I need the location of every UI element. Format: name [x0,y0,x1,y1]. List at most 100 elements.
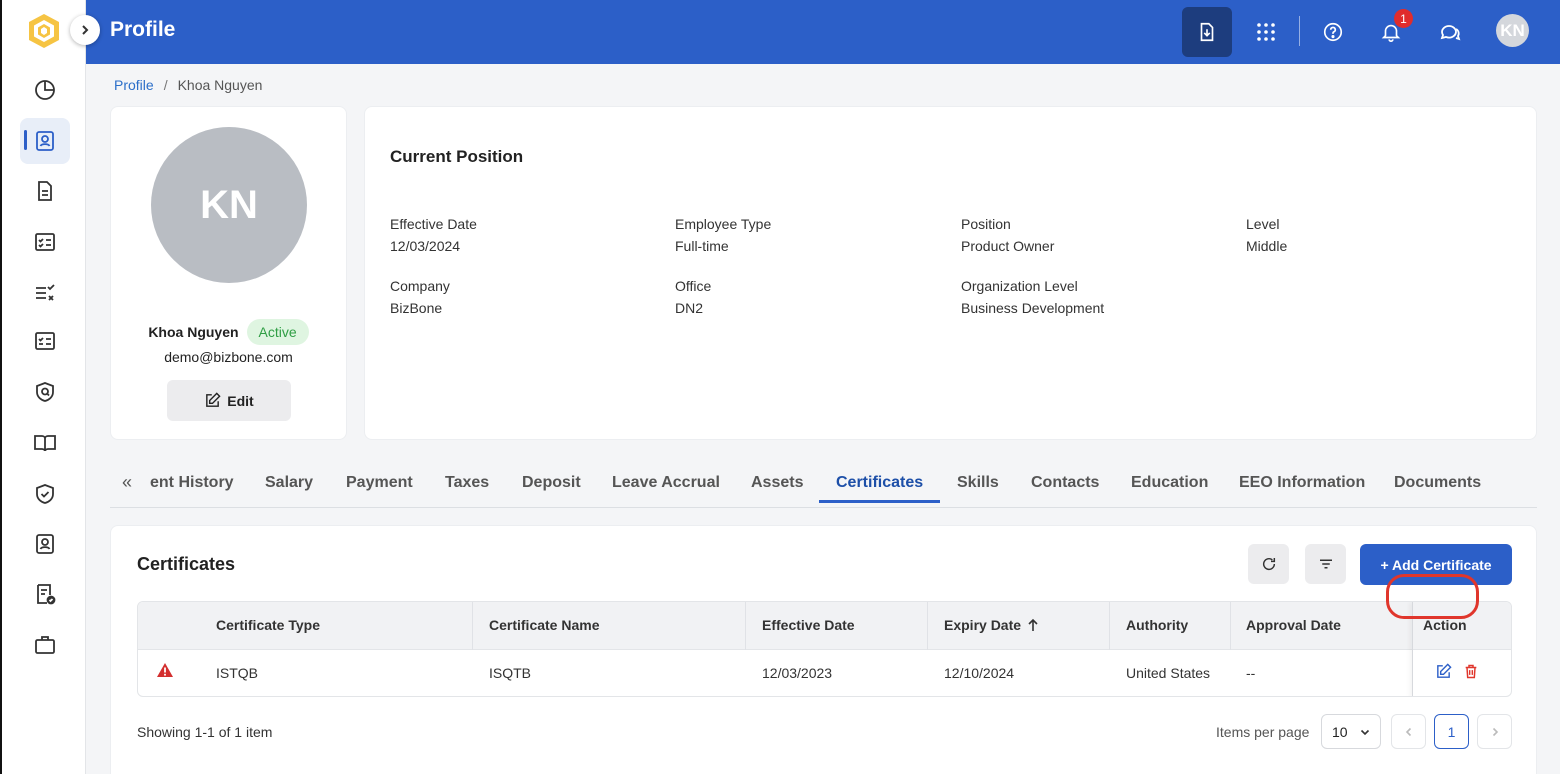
field-level: Level Middle [1246,216,1287,254]
column-divider [1109,602,1110,650]
help-button[interactable] [1308,7,1358,57]
sidebar [0,0,86,774]
sidebar-item-handbook[interactable] [20,420,70,466]
filter-button[interactable] [1305,544,1346,584]
chevron-right-icon [1492,727,1498,736]
tabs-scroll-left-button[interactable]: « [122,472,132,493]
sidebar-item-security[interactable] [20,369,70,415]
sidebar-item-employee[interactable] [20,521,70,567]
tab-deposit[interactable]: Deposit [522,474,581,492]
tab-payment[interactable]: Payment [346,474,413,492]
tab-contacts[interactable]: Contacts [1031,474,1099,492]
profile-card-icon [36,131,54,151]
column-header-expiry-date[interactable]: Expiry Date [944,617,1039,633]
field-label: Company [390,278,450,294]
items-per-page-label: Items per page [1216,724,1310,740]
download-button[interactable] [1182,7,1232,57]
cell-expiry-date: 12/10/2024 [944,665,1015,681]
field-value: Product Owner [961,238,1055,254]
top-header: Profile 1 KN [86,0,1560,64]
prev-page-button[interactable] [1391,714,1426,749]
tab-taxes[interactable]: Taxes [445,474,489,492]
field-value: Full-time [675,238,729,254]
sidebar-item-approvals[interactable] [20,571,70,617]
active-tab-indicator [819,500,940,503]
notification-badge: 1 [1394,9,1413,28]
sidebar-item-profile[interactable] [20,118,70,164]
tab-documents[interactable]: Documents [1394,474,1481,492]
id-badge-icon [36,534,54,554]
refresh-button[interactable] [1248,544,1289,584]
column-header-effective-date[interactable]: Effective Date [762,617,855,633]
sidebar-item-dashboard[interactable] [20,67,70,113]
book-icon [34,435,56,452]
user-avatar[interactable]: KN [1496,14,1529,47]
column-header-authority[interactable]: Authority [1126,617,1188,633]
shield-check-icon [36,484,54,504]
sidebar-item-documents[interactable] [20,168,70,214]
sidebar-expand-button[interactable] [70,15,100,45]
app-logo-icon[interactable] [26,12,62,50]
field-company: Company BizBone [390,278,450,316]
field-employee-type: Employee Type Full-time [675,216,771,254]
delete-row-button[interactable] [1463,663,1479,685]
tab-assets[interactable]: Assets [751,474,803,492]
help-icon [1323,22,1343,42]
page-title: Profile [110,18,176,41]
edit-icon [1437,663,1452,678]
profile-email: demo@bizbone.com [164,349,293,365]
sidebar-item-checklist[interactable] [20,219,70,265]
sidebar-item-jobs[interactable] [20,622,70,668]
sidebar-item-compliance[interactable] [20,471,70,517]
column-header-approval-date[interactable]: Approval Date [1246,617,1341,633]
pie-chart-icon [35,80,55,100]
profile-name-row: Khoa Nguyen Active [111,319,346,345]
profile-avatar: KN [151,127,307,283]
tab-skills[interactable]: Skills [957,474,999,492]
edit-button-label: Edit [227,392,254,409]
edit-profile-button[interactable]: Edit [167,380,291,421]
status-badge: Active [246,319,309,345]
cell-certificate-type: ISTQB [216,665,259,681]
table-row[interactable]: ISTQB ISQTB 12/03/2023 12/10/2024 United… [138,650,1511,696]
tab-certificates[interactable]: Certificates [836,474,923,492]
sidebar-item-tasks[interactable] [20,269,70,315]
column-header-certificate-name[interactable]: Certificate Name [489,617,600,633]
certificates-title: Certificates [137,554,236,574]
tab-leave-accrual[interactable]: Leave Accrual [612,474,720,492]
field-organization-level: Organization Level Business Development [961,278,1104,316]
profile-name: Khoa Nguyen [148,324,239,340]
tab-salary[interactable]: Salary [265,474,313,492]
items-per-page-select[interactable]: 10 [1321,714,1381,749]
sidebar-item-review[interactable] [20,318,70,364]
field-value: BizBone [390,300,443,316]
refresh-icon [1262,557,1275,571]
profile-card: KN Khoa Nguyen Active demo@bizbone.com E… [110,106,347,440]
column-header-action: Action [1423,617,1467,633]
tab-eeo-information[interactable]: EEO Information [1239,474,1365,492]
chevron-down-icon [1360,729,1370,735]
column-header-certificate-type[interactable]: Certificate Type [216,617,320,633]
review-icon [35,332,55,350]
breadcrumb-profile-link[interactable]: Profile [114,77,154,93]
field-label: Level [1246,216,1280,232]
download-file-icon [1200,22,1214,42]
field-value: DN2 [675,300,704,316]
trash-icon [1465,664,1477,679]
field-value: 12/03/2024 [390,238,461,254]
column-divider [745,602,746,650]
tab-employment-history[interactable]: ent History [150,474,234,492]
tab-education[interactable]: Education [1131,474,1208,492]
page-1-button[interactable]: 1 [1434,714,1469,749]
filter-icon [1319,559,1332,569]
header-divider [1299,16,1300,46]
edit-row-button[interactable] [1435,663,1452,685]
apps-button[interactable] [1241,7,1291,57]
checklist-icon [35,233,55,251]
table-header: Certificate Type Certificate Name Effect… [138,602,1511,650]
edit-icon [206,392,221,407]
chevron-left-icon [1405,727,1411,736]
chat-button[interactable] [1425,7,1475,57]
next-page-button[interactable] [1477,714,1512,749]
warning-icon [156,662,174,681]
